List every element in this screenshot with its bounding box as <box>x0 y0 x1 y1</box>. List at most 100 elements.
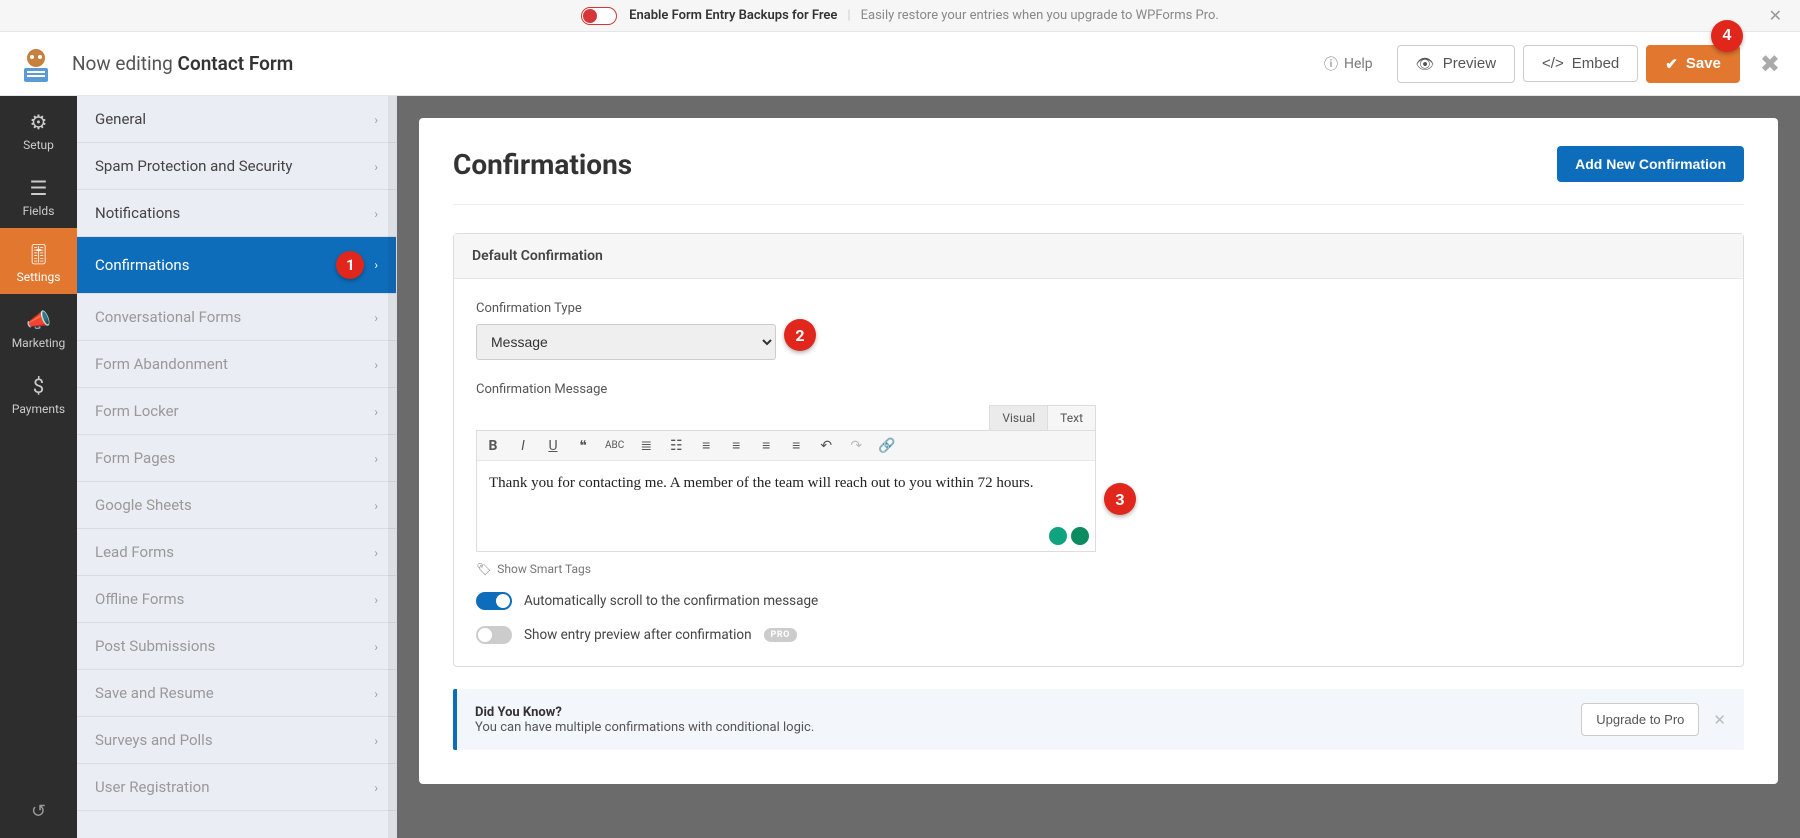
callout-3: 3 <box>1104 483 1136 515</box>
editor-tabs: Visual Text <box>476 405 1096 430</box>
banner-title: Enable Form Entry Backups for Free <box>629 8 837 23</box>
align-justify-icon[interactable]: ≡ <box>788 437 804 454</box>
preview-label: Preview <box>1443 55 1496 72</box>
chevron-right-icon: › <box>374 499 378 513</box>
upgrade-button[interactable]: Upgrade to Pro <box>1581 703 1699 736</box>
sidebar-item-form-abandonment[interactable]: Form Abandonment› <box>77 341 396 388</box>
callout-2: 2 <box>784 319 816 351</box>
underline-icon[interactable]: U <box>545 438 561 454</box>
sidebar-item-label: Conversational Forms <box>95 308 241 326</box>
banner-toggle[interactable] <box>581 7 617 25</box>
strike-icon[interactable]: ABC <box>605 440 624 451</box>
editing-prefix: Now editing <box>72 52 173 75</box>
sidebar-item-post-submissions[interactable]: Post Submissions › <box>77 623 396 670</box>
embed-button[interactable]: </> Embed <box>1523 45 1638 82</box>
italic-icon[interactable]: I <box>515 438 531 454</box>
confirmation-type-select[interactable]: Message <box>476 324 776 360</box>
sidebar-item-form-pages[interactable]: Form Pages› <box>77 435 396 482</box>
rail-history-icon[interactable]: ↺ <box>0 785 77 838</box>
banner-subtitle: Easily restore your entries when you upg… <box>861 8 1219 23</box>
entry-preview-toggle[interactable] <box>476 626 512 644</box>
sidebar-item-spam-protection-and-security[interactable]: Spam Protection and Security› <box>77 143 396 190</box>
chevron-right-icon: › <box>374 113 378 127</box>
gear-icon: ⚙ <box>4 110 73 134</box>
align-right-icon[interactable]: ≡ <box>758 437 774 454</box>
sidebar-item-label: Save and Resume <box>95 684 214 702</box>
sidebar-item-label: Form Locker <box>95 402 179 420</box>
callout-1: 1 <box>336 251 364 279</box>
sidebar-item-lead-forms[interactable]: Lead Forms› <box>77 529 396 576</box>
sidebar-item-label: Post Submissions <box>95 637 215 655</box>
rail-payments[interactable]: $Payments <box>0 360 77 426</box>
embed-label: Embed <box>1572 55 1620 72</box>
save-button[interactable]: ✔ Save 4 <box>1646 45 1740 83</box>
dyk-close-icon[interactable]: ✕ <box>1713 711 1726 729</box>
icon-rail: ⚙Setup ☰Fields 🎚Settings 📣Marketing $Pay… <box>0 96 77 838</box>
sidebar-item-save-and-resume[interactable]: Save and Resume › <box>77 670 396 717</box>
chevron-right-icon: › <box>374 258 378 272</box>
sidebar-item-surveys-and-polls[interactable]: Surveys and Polls› <box>77 717 396 764</box>
sidebar-item-label: General <box>95 110 146 128</box>
sidebar-item-general[interactable]: General › <box>77 96 396 143</box>
sidebar-item-notifications[interactable]: Notifications› <box>77 190 396 237</box>
sidebar-item-confirmations[interactable]: Confirmations 1 › <box>77 237 396 294</box>
chevron-right-icon: › <box>374 160 378 174</box>
editor-content[interactable]: Thank you for contacting me. A member of… <box>477 461 1095 551</box>
did-you-know-banner: Did You Know? You can have multiple conf… <box>453 689 1744 750</box>
sidebar-item-label: Notifications <box>95 204 180 222</box>
chevron-right-icon: › <box>374 452 378 466</box>
help-link[interactable]: ⓘ Help <box>1308 54 1389 74</box>
callout-4: 4 <box>1711 20 1743 52</box>
show-smart-tags-link[interactable]: 🏷 Show Smart Tags <box>476 562 1721 576</box>
add-confirmation-button[interactable]: Add New Confirmation <box>1557 146 1744 182</box>
list-icon: ☰ <box>4 176 73 200</box>
rail-fields[interactable]: ☰Fields <box>0 162 77 228</box>
sidebar-item-label: Offline Forms <box>95 590 184 608</box>
chevron-right-icon: › <box>374 358 378 372</box>
message-body: Thank you for contacting me. A member of… <box>489 475 1033 491</box>
rail-setup[interactable]: ⚙Setup <box>0 96 77 162</box>
tab-visual[interactable]: Visual <box>989 405 1048 430</box>
chevron-right-icon: › <box>374 640 378 654</box>
ol-icon[interactable]: ☷ <box>668 438 684 454</box>
sidebar-item-offline-forms[interactable]: Offline Forms › <box>77 576 396 623</box>
ul-icon[interactable]: ≣ <box>638 438 654 454</box>
quote-icon[interactable]: ❝ <box>575 438 591 454</box>
sidebar-item-label: Confirmations <box>95 256 189 274</box>
chevron-right-icon: › <box>374 687 378 701</box>
auto-scroll-toggle[interactable] <box>476 592 512 610</box>
sidebar-item-user-registration[interactable]: User Registration› <box>77 764 396 811</box>
builder-header: Now editing Contact Form ⓘ Help 👁 Previe… <box>0 32 1800 96</box>
banner-close-icon[interactable]: ✕ <box>1769 6 1782 25</box>
sidebar-item-form-locker[interactable]: Form Locker › <box>77 388 396 435</box>
form-name: Contact Form <box>178 52 294 75</box>
dollar-icon: $ <box>4 374 73 398</box>
link-icon[interactable]: 🔗 <box>878 438 895 454</box>
rail-settings[interactable]: 🎚Settings <box>0 228 77 294</box>
preview-button[interactable]: 👁 Preview <box>1397 45 1515 83</box>
redo-icon[interactable]: ↷ <box>848 438 864 454</box>
canvas: Confirmations Add New Confirmation Defau… <box>397 96 1800 838</box>
align-left-icon[interactable]: ≡ <box>698 437 714 454</box>
auto-scroll-label: Automatically scroll to the confirmation… <box>524 593 818 609</box>
chevron-right-icon: › <box>374 593 378 607</box>
confirmation-block-title[interactable]: Default Confirmation <box>454 234 1743 279</box>
editing-label: Now editing Contact Form <box>72 52 293 75</box>
tab-text[interactable]: Text <box>1047 405 1096 430</box>
sidebar-item-conversational-forms[interactable]: Conversational Forms› <box>77 294 396 341</box>
chevron-right-icon: › <box>374 405 378 419</box>
close-builder-icon[interactable]: ✖ <box>1760 50 1780 78</box>
confirmations-panel: Confirmations Add New Confirmation Defau… <box>419 118 1778 784</box>
editor-toolbar: B I U ❝ ABC ≣ ☷ ≡ ≡ ≡ <box>477 431 1095 461</box>
sidebar-item-label: Surveys and Polls <box>95 731 213 749</box>
bold-icon[interactable]: B <box>485 438 501 454</box>
save-label: Save <box>1686 55 1721 72</box>
rail-marketing[interactable]: 📣Marketing <box>0 294 77 360</box>
align-center-icon[interactable]: ≡ <box>728 437 744 454</box>
bullhorn-icon: 📣 <box>4 308 73 332</box>
undo-icon[interactable]: ↶ <box>818 438 834 454</box>
grammar-assist-icon <box>1049 527 1089 545</box>
sidebar-item-google-sheets[interactable]: Google Sheets › <box>77 482 396 529</box>
smart-tags-label: Show Smart Tags <box>497 562 591 576</box>
sidebar-item-label: Google Sheets <box>95 496 192 514</box>
